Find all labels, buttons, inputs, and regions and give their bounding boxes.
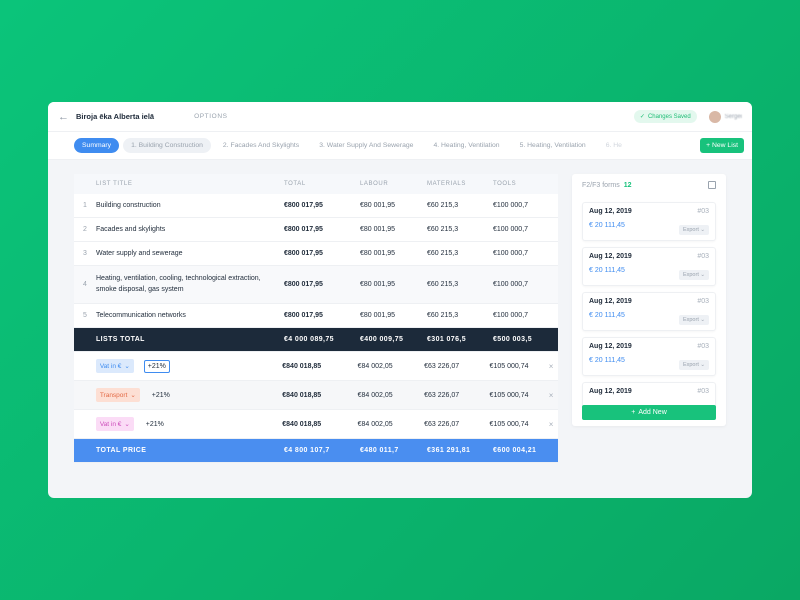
forms-list: Aug 12, 2019 #03 € 20 111,45 Export ⌄ Au… [572,196,726,408]
total-price-row: TOTAL PRICE €4 800 107,7 €480 011,7 €361… [74,439,558,463]
tab-summary[interactable]: Summary [74,138,120,153]
calendar-icon[interactable] [708,181,716,189]
summary-table: LIST TITLE TOTAL LABOUR MATERIALS TOOLS … [74,174,558,463]
percent-value[interactable]: +21% [152,392,170,399]
percent-value[interactable]: +21% [146,421,164,428]
form-card[interactable]: Aug 12, 2019 #03 € 20 111,45 Export ⌄ [582,292,716,331]
plus-icon: + [706,142,711,149]
user-name[interactable]: Sergei [725,114,742,120]
export-dropdown[interactable]: Export ⌄ [678,270,709,280]
tab-bar: Summary 1. Building Construction 2. Faca… [48,132,752,160]
forms-panel-header: F2/F3 forms 12 [572,174,726,196]
arrow-left-icon[interactable]: ← [58,111,74,123]
tab-building-construction[interactable]: 1. Building Construction [123,138,211,153]
percent-input[interactable]: +21% [143,359,170,373]
new-list-button[interactable]: + New List [700,138,744,153]
export-dropdown[interactable]: Export ⌄ [678,315,709,325]
table-row[interactable]: 1 Building construction €800 017,95 €80 … [74,194,558,218]
check-icon: ✓ [639,114,645,120]
chevron-down-icon: ⌄ [700,227,705,233]
table-row[interactable]: 2 Facades and skylights €800 017,95 €80 … [74,218,558,242]
adjustment-row: Transport ⌄ +21% €840 018,85 €84 002,05 … [74,381,558,410]
plus-icon: + [631,409,636,416]
chevron-down-icon: ⌄ [130,392,136,399]
top-bar: ← Biroja ēka Alberta ielā OPTIONS ✓ Chan… [48,102,752,132]
tab-heating-5[interactable]: 5. Heating, Ventilation [512,138,594,153]
adjustment-row: Vat in € ⌄ +21% €840 018,85 €84 002,05 €… [74,410,558,439]
close-icon[interactable]: × [544,391,558,400]
vat-select[interactable]: Vat in € ⌄ [95,417,134,431]
chevron-down-icon: ⌄ [700,272,705,278]
lists-total-row: LISTS TOTAL €4 000 089,75 €400 009,75 €3… [74,328,558,352]
avatar[interactable] [708,110,721,123]
adjustment-row: Vat in € ⌄ +21% €840 018,85 €84 002,05 €… [74,352,558,381]
form-card[interactable]: Aug 12, 2019 #03 € 20 111,45 Export ⌄ [582,247,716,286]
vat-select[interactable]: Vat in € ⌄ [95,359,134,373]
tab-heating-6[interactable]: 6. He [598,138,630,153]
project-title: Biroja ēka Alberta ielā [76,112,155,121]
table-row[interactable]: 3 Water supply and sewerage €800 017,95 … [74,242,558,266]
table-row[interactable]: 5 Telecommunication networks €800 017,95… [74,304,558,328]
tab-heating-4[interactable]: 4. Heating, Ventilation [425,138,507,153]
tab-facades[interactable]: 2. Facades And Skylights [215,138,307,153]
chevron-down-icon: ⌄ [700,317,705,323]
close-icon[interactable]: × [544,362,558,371]
form-card[interactable]: Aug 12, 2019 #03 € 20 111,45 Export ⌄ [582,337,716,376]
close-icon[interactable]: × [544,420,558,429]
export-dropdown[interactable]: Export ⌄ [678,360,709,370]
app-window: ← Biroja ēka Alberta ielā OPTIONS ✓ Chan… [48,102,752,498]
export-dropdown[interactable]: Export ⌄ [678,225,709,235]
status-badge: ✓ Changes Saved [633,110,697,123]
chevron-down-icon: ⌄ [124,421,130,428]
options-link[interactable]: OPTIONS [194,113,227,120]
add-new-button[interactable]: + Add New [582,405,716,420]
forms-count: 12 [623,181,632,189]
forms-panel: F2/F3 forms 12 Aug 12, 2019 #03 € 20 111… [572,174,726,426]
chevron-down-icon: ⌄ [700,362,705,368]
table-header: LIST TITLE TOTAL LABOUR MATERIALS TOOLS [74,174,558,194]
table-row[interactable]: 4 Heating, ventilation, cooling, technol… [74,266,558,304]
transport-select[interactable]: Transport ⌄ [95,388,140,402]
tab-water-supply[interactable]: 3. Water Supply And Sewerage [311,138,421,153]
form-card[interactable]: Aug 12, 2019 #03 € 20 111,45 Export ⌄ [582,202,716,241]
chevron-down-icon: ⌄ [124,363,130,370]
